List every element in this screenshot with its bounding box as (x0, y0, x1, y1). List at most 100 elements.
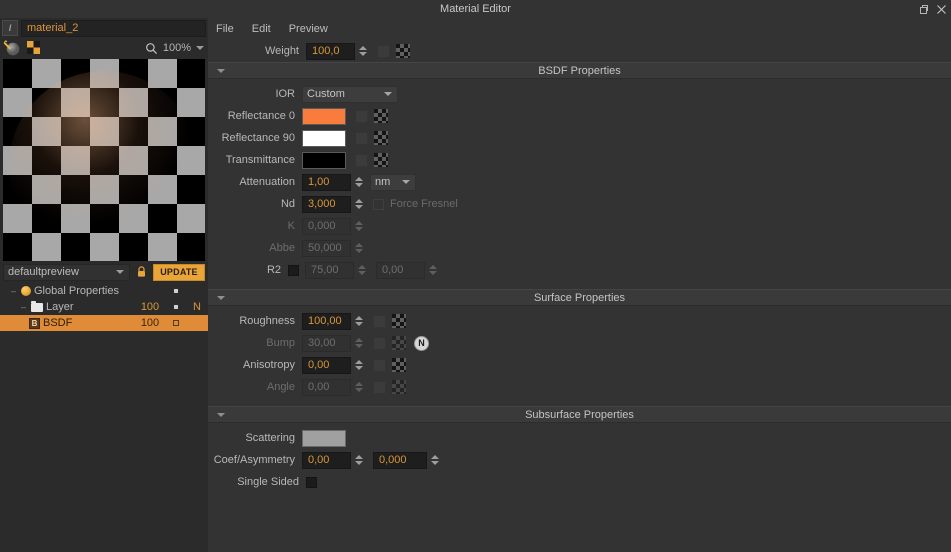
reflectance0-checkerboard-icon[interactable] (374, 109, 388, 123)
attenuation-stepper[interactable] (353, 174, 364, 191)
menu-item-file[interactable]: File (216, 23, 234, 35)
update-button[interactable]: UPDATE (153, 263, 205, 281)
weight-checkerboard-icon[interactable] (396, 44, 410, 58)
reflectance90-color-swatch[interactable] (302, 129, 346, 147)
coef-stepper[interactable] (353, 452, 364, 469)
section-title: Surface Properties (533, 291, 626, 304)
tree-row-global-properties[interactable]: – Global Properties (0, 283, 208, 299)
force-fresnel-label: Force Fresnel (390, 198, 458, 210)
weight-map-slot-icon[interactable] (377, 44, 390, 58)
single-sided-row: Single Sided (208, 471, 951, 493)
ior-select[interactable]: Custom (302, 85, 398, 103)
force-fresnel-row[interactable]: Force Fresnel (373, 198, 458, 210)
asymmetry-stepper[interactable] (429, 452, 440, 469)
ior-value: Custom (307, 88, 345, 100)
tree-twisty-icon[interactable]: – (19, 302, 28, 312)
tree-twisty-icon[interactable]: – (9, 286, 18, 296)
material-name-input[interactable]: material_2 (21, 19, 206, 37)
k-label: K (287, 220, 295, 232)
tree-row-mark[interactable] (166, 305, 186, 309)
bsdf-icon: B (29, 317, 40, 329)
reflectance0-map-slot-icon[interactable] (355, 109, 368, 123)
search-icon[interactable] (145, 42, 158, 55)
preview-controls-row: defaultpreview UPDATE (3, 263, 205, 281)
anisotropy-checkerboard-icon[interactable] (392, 358, 406, 372)
preview-toolbar: 100% (0, 38, 208, 58)
tree-row-bsdf[interactable]: B BSDF 100 (0, 315, 208, 331)
weight-input[interactable]: 100,0 (306, 42, 355, 60)
zoom-level-label: 100% (162, 42, 191, 54)
transmittance-map-slot-icon[interactable] (355, 153, 368, 167)
bump-checkerboard-icon[interactable] (392, 336, 406, 350)
abbe-label: Abbe (269, 242, 295, 254)
normal-map-toggle-icon[interactable]: N (414, 335, 429, 351)
sun-icon (21, 286, 31, 296)
attenuation-unit-value: nm (375, 176, 391, 188)
transmittance-color-swatch[interactable] (302, 151, 346, 169)
tree-row-label: BSDF (43, 317, 73, 329)
tree-row-mark[interactable] (166, 320, 186, 326)
scattering-label: Scattering (245, 432, 295, 444)
angle-row: Angle 0,00 (208, 376, 951, 398)
bump-map-slot-icon[interactable] (373, 336, 386, 350)
roughness-checkerboard-icon[interactable] (392, 314, 406, 328)
anisotropy-label: Anisotropy (243, 359, 295, 371)
attenuation-unit-select[interactable]: nm (370, 173, 416, 191)
anisotropy-stepper[interactable] (353, 357, 364, 374)
scattering-color-swatch[interactable] (302, 429, 346, 447)
material-preview[interactable] (3, 59, 205, 261)
transmittance-checkerboard-icon[interactable] (374, 153, 388, 167)
roughness-map-slot-icon[interactable] (373, 314, 386, 328)
single-sided-label: Single Sided (237, 476, 299, 488)
weight-stepper[interactable] (357, 43, 368, 60)
lock-icon[interactable] (133, 263, 150, 281)
reflectance90-row: Reflectance 90 (208, 127, 951, 149)
subsurface-properties-body: Scattering Coef/Asymmetry 0,00 0,000 Sin… (208, 423, 951, 493)
roughness-input[interactable]: 100,00 (302, 312, 351, 330)
angle-stepper (353, 379, 364, 396)
section-header-bsdf-properties[interactable]: BSDF Properties (208, 62, 951, 79)
weight-row: Weight 100,0 (208, 40, 951, 62)
tree-row-layer[interactable]: – Layer 100 N (0, 299, 208, 315)
anisotropy-map-slot-icon[interactable] (373, 358, 386, 372)
zoom-chevron-down-icon[interactable] (196, 46, 204, 50)
checkerboard-icon[interactable] (25, 39, 43, 57)
angle-label: Angle (266, 381, 295, 393)
reflectance0-color-swatch[interactable] (302, 107, 346, 125)
close-window-icon[interactable] (936, 4, 947, 15)
reflectance90-checkerboard-icon[interactable] (374, 131, 388, 145)
transmittance-row: Transmittance (208, 149, 951, 171)
section-header-surface-properties[interactable]: Surface Properties (208, 289, 951, 306)
right-panel: File Edit Preview Weight 100,0 BSDF Prop… (208, 18, 951, 552)
nd-stepper[interactable] (353, 196, 364, 213)
angle-checkerboard-icon[interactable] (392, 380, 406, 394)
lighting-sphere-icon[interactable] (3, 39, 21, 57)
section-title: BSDF Properties (538, 64, 621, 77)
preview-preset-select[interactable]: defaultpreview (3, 263, 130, 281)
weight-label: Weight (264, 45, 299, 57)
section-header-subsurface-properties[interactable]: Subsurface Properties (208, 406, 951, 423)
force-fresnel-checkbox[interactable] (373, 198, 384, 210)
menu-item-preview[interactable]: Preview (289, 23, 328, 35)
attenuation-row: Attenuation 1,00 nm (208, 171, 951, 193)
zoom-controls: 100% (145, 42, 204, 55)
coef-input[interactable]: 0,00 (302, 451, 351, 469)
tree-row-mark[interactable] (166, 289, 186, 293)
r2-stepper-1 (356, 262, 367, 279)
attenuation-input[interactable]: 1,00 (302, 173, 351, 191)
chevron-down-icon (116, 270, 124, 274)
reflectance90-map-slot-icon[interactable] (355, 131, 368, 145)
text-field-icon: I (2, 20, 18, 36)
r2-checkbox[interactable] (288, 264, 299, 276)
tree-row-value: 100 (140, 301, 160, 313)
anisotropy-input[interactable]: 0,00 (302, 356, 351, 374)
nd-input[interactable]: 3,000 (302, 195, 351, 213)
angle-map-slot-icon[interactable] (373, 380, 386, 394)
roughness-stepper[interactable] (353, 313, 364, 330)
restore-window-icon[interactable] (918, 4, 929, 15)
reflectance0-label: Reflectance 0 (227, 110, 295, 122)
chevron-down-icon (402, 180, 410, 184)
asymmetry-input[interactable]: 0,000 (373, 451, 427, 469)
menu-item-edit[interactable]: Edit (252, 23, 271, 35)
single-sided-checkbox[interactable] (306, 476, 317, 488)
